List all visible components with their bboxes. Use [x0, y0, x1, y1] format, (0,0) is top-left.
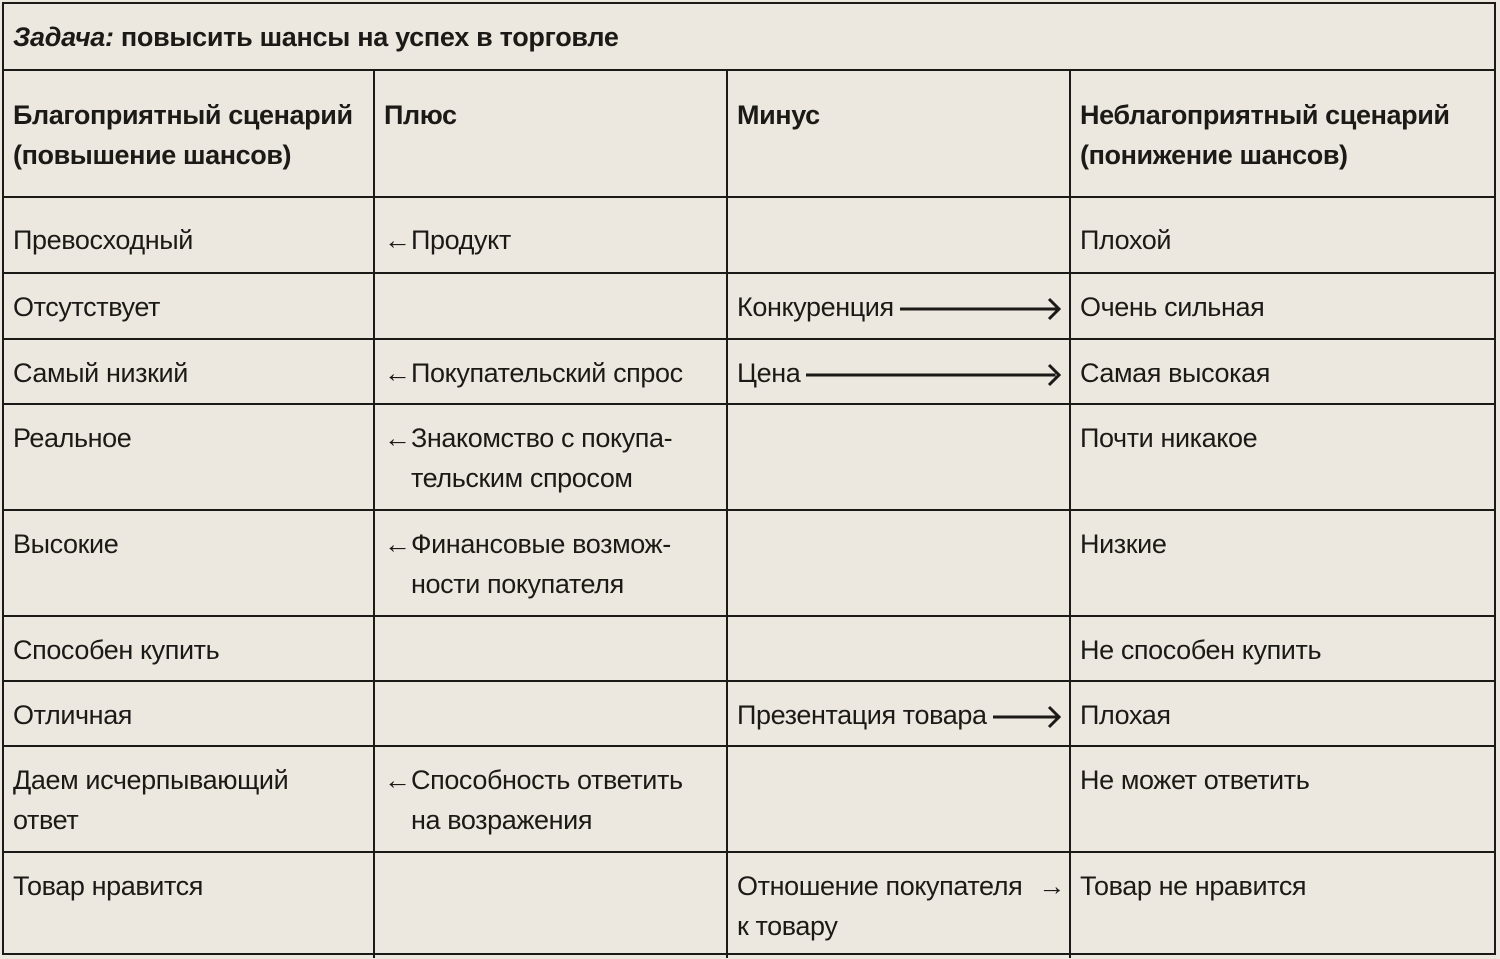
scenario-table: Благоприятный сценарий (повышение шансов)…: [4, 71, 1494, 958]
unfavorable-cell: Плохая: [1070, 681, 1494, 747]
table-row: Самый низкий ← Покупательский спрос Цена …: [4, 339, 1494, 405]
unfavorable-cell: Низкие: [1070, 510, 1494, 617]
minus-cell: Отношение покупателя → к товару: [727, 852, 1071, 958]
arrow-head-icon: [1047, 297, 1061, 321]
plus-cell: ← Способность ответить на возражения: [374, 746, 728, 853]
minus-cell: [727, 404, 1071, 511]
header-favorable: Благоприятный сценарий (повышение шансов): [4, 71, 375, 198]
arrow-right-icon: [806, 353, 1061, 393]
favorable-cell: Реальное: [4, 404, 375, 511]
plus-cell: [374, 616, 728, 682]
plus-cell: [374, 273, 728, 340]
header-minus: Минус: [727, 71, 1071, 198]
unfavorable-cell: Очень сильная: [1070, 273, 1494, 340]
task-text: повысить шансы на успех в торговле: [120, 22, 619, 52]
plus-cell: [374, 852, 728, 958]
minus-cell: Цена: [727, 339, 1071, 405]
plus-cell: [374, 681, 728, 747]
favorable-cell: Отличная: [4, 681, 375, 747]
arrow-right-icon: →: [1038, 871, 1065, 901]
minus-cell: Конкуренция: [727, 273, 1071, 340]
arrow-left-icon: ←: [384, 423, 411, 453]
favorable-cell: Товар нравится: [4, 852, 375, 958]
table-row: Реальное ← Знакомство с покупа-тельским с…: [4, 404, 1494, 511]
plus-cell: ← Знакомство с покупа-тельским спросом: [374, 404, 728, 511]
table-row: Товар нравится Отношение покупателя → к т…: [4, 852, 1494, 958]
arrow-left-icon: ←: [384, 529, 411, 559]
header-row: Благоприятный сценарий (повышение шансов)…: [4, 71, 1494, 198]
plus-cell: ← Продукт: [374, 197, 728, 274]
scenario-table-sheet: Задача: повысить шансы на успех в торгов…: [2, 2, 1496, 958]
table-row: Высокие ← Финансовые возмож-ности покупат…: [4, 510, 1494, 617]
unfavorable-cell: Не может ответить: [1070, 746, 1494, 853]
header-unfavorable: Неблагоприятный сценарий (понижение шансо…: [1070, 71, 1494, 198]
arrow-left-icon: ←: [384, 225, 411, 255]
table-row: Даем исчерпывающий ответ ← Способность отв…: [4, 746, 1494, 853]
minus-cell: [727, 197, 1071, 274]
unfavorable-cell: Почти никакое: [1070, 404, 1494, 511]
favorable-cell: Даем исчерпывающий ответ: [4, 746, 375, 853]
minus-cell: Презентация товара: [727, 681, 1071, 747]
favorable-cell: Самый низкий: [4, 339, 375, 405]
table-row: Отличная Презентация товара Плохая: [4, 681, 1494, 747]
table-row: Способен купить Не способен купить: [4, 616, 1494, 682]
unfavorable-cell: Плохой: [1070, 197, 1494, 274]
task-label: Задача:: [13, 22, 114, 52]
favorable-cell: Отсутствует: [4, 273, 375, 340]
unfavorable-cell: Не способен купить: [1070, 616, 1494, 682]
arrow-right-icon: [900, 287, 1061, 327]
minus-cell: [727, 510, 1071, 617]
favorable-cell: Способен купить: [4, 616, 375, 682]
minus-cell: [727, 616, 1071, 682]
table-row: Отсутствует Конкуренция Очень сильная: [4, 273, 1494, 340]
favorable-cell: Высокие: [4, 510, 375, 617]
arrow-head-icon: [1047, 705, 1061, 729]
unfavorable-cell: Товар не нравится: [1080, 871, 1307, 901]
header-plus: Плюс: [374, 71, 728, 198]
arrow-left-icon: ←: [384, 358, 411, 388]
minus-cell: [727, 746, 1071, 853]
arrow-head-icon: [1047, 363, 1061, 387]
table-row: Превосходный ← Продукт Плохой: [4, 197, 1494, 274]
task-title: Задача: повысить шансы на успех в торгов…: [4, 4, 1494, 71]
plus-cell: ← Покупательский спрос: [374, 339, 728, 405]
unfavorable-cell: Самая высокая: [1070, 339, 1494, 405]
arrow-left-icon: ←: [384, 765, 411, 795]
plus-cell: ← Финансовые возмож-ности покупателя: [374, 510, 728, 617]
favorable-cell: Превосходный: [4, 197, 375, 274]
